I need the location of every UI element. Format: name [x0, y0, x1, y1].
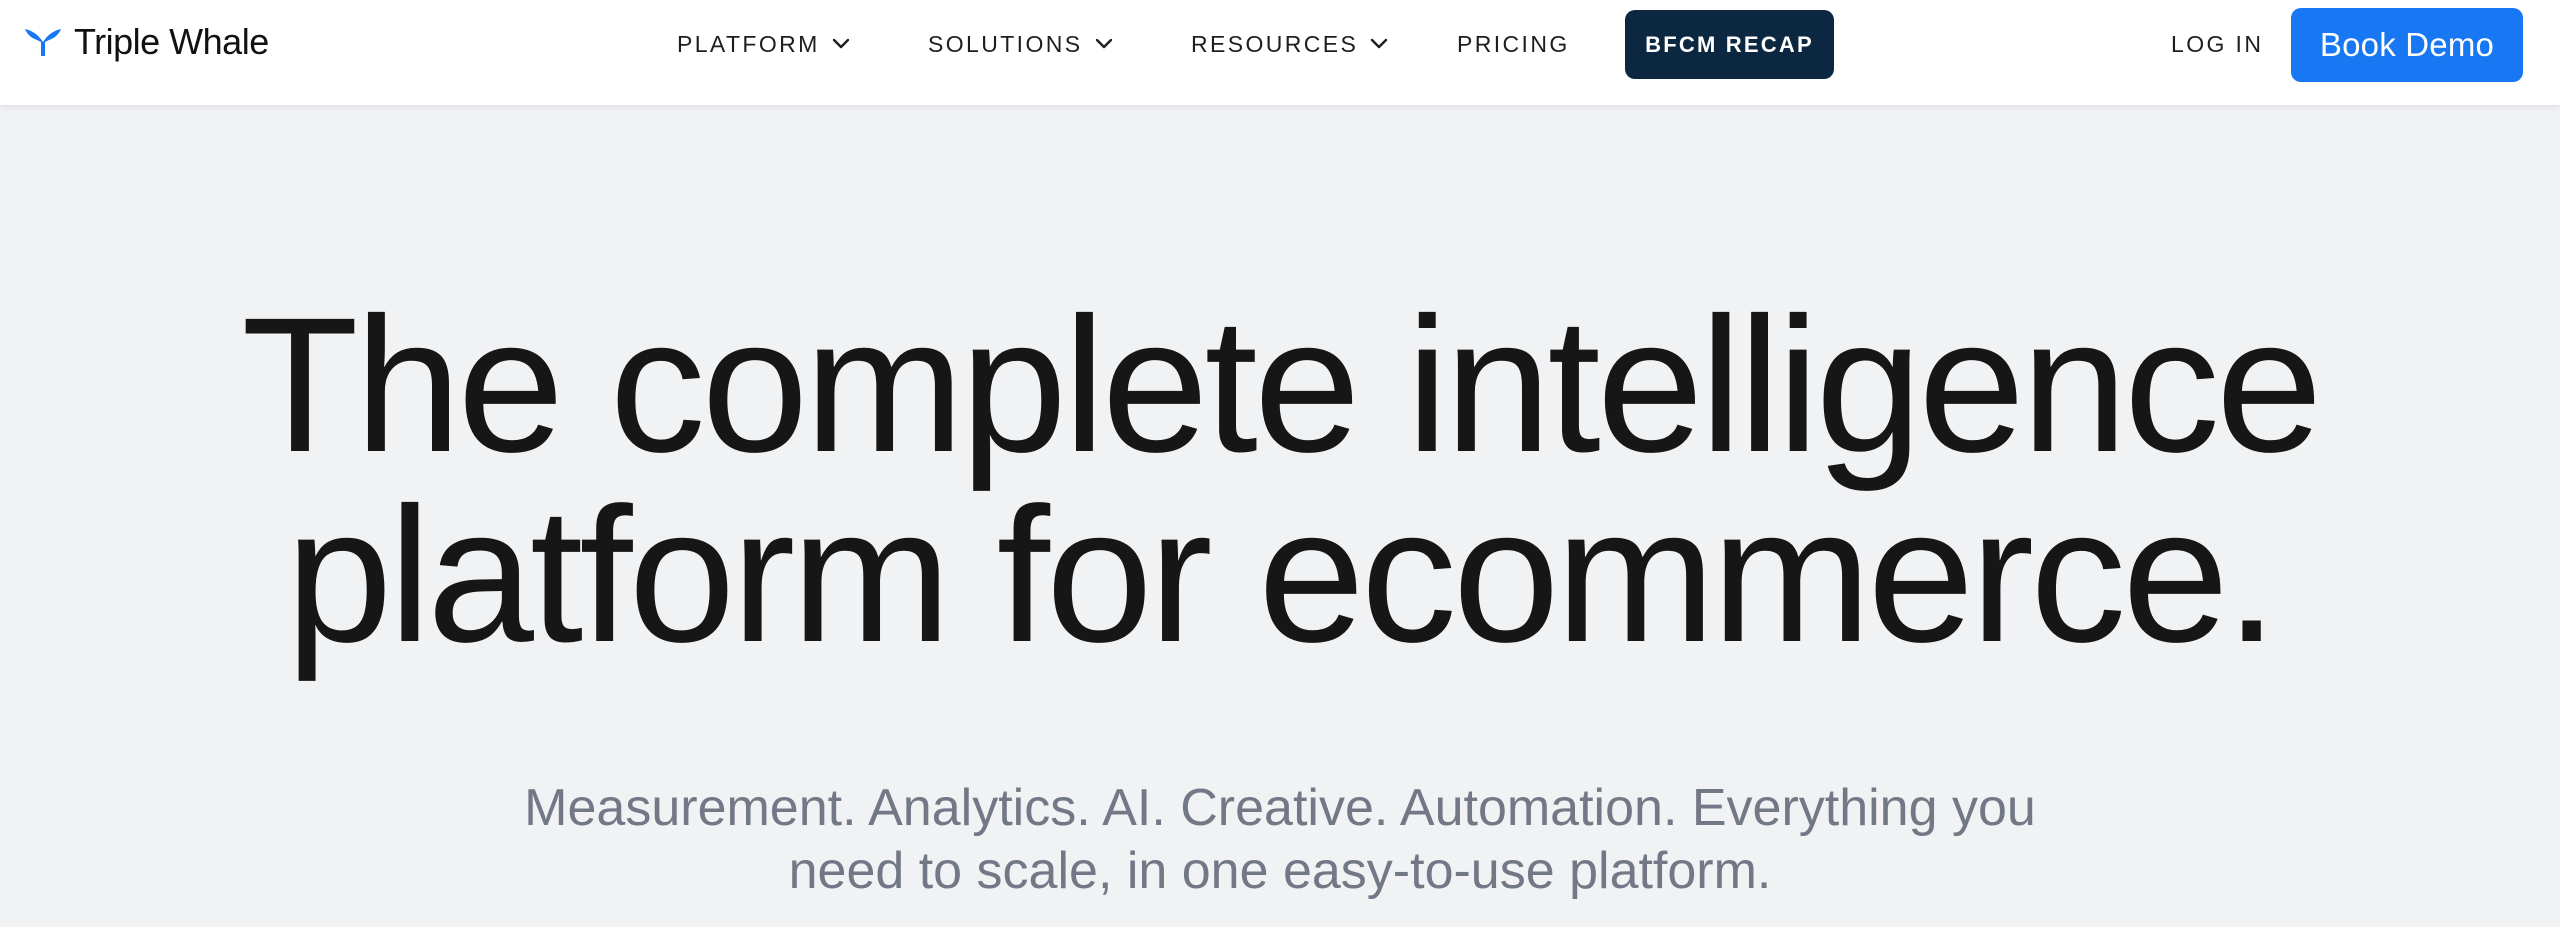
chevron-down-icon [1371, 38, 1388, 49]
nav-item-platform[interactable]: PLATFORM [677, 27, 850, 61]
hero-subtitle-line: Measurement. Analytics. AI. Creative. Au… [524, 779, 2036, 837]
nav-item-solutions[interactable]: SOLUTIONS [928, 27, 1113, 61]
hero-title-line: The complete intelligence [241, 277, 2322, 492]
hero-subtitle: Measurement. Analytics. AI. Creative. Au… [0, 777, 2560, 903]
hero-title: The complete intelligence platform for e… [0, 277, 2560, 682]
bfcm-recap-button[interactable]: BFCM RECAP [1625, 10, 1834, 79]
brand-logo-link[interactable]: Triple Whale [24, 21, 269, 62]
login-link[interactable]: LOG IN [2171, 27, 2263, 61]
whale-tail-logo-icon [25, 29, 61, 56]
nav-item-resources[interactable]: RESOURCES [1191, 27, 1388, 61]
nav-item-label: PRICING [1457, 30, 1570, 57]
top-navbar: Triple Whale PLATFORM SOLUTIONS RESOURCE… [0, 0, 2560, 106]
brand-name: Triple Whale [74, 21, 269, 62]
nav-item-label: PLATFORM [677, 30, 820, 57]
chevron-down-icon [832, 38, 849, 49]
hero-subtitle-line: need to scale, in one easy-to-use platfo… [788, 842, 1772, 900]
chevron-down-icon [1095, 38, 1112, 49]
book-demo-button[interactable]: Book Demo [2291, 8, 2523, 82]
nav-item-label: SOLUTIONS [928, 30, 1083, 57]
nav-item-pricing[interactable]: PRICING [1457, 27, 1570, 61]
hero-title-line: platform for ecommerce. [285, 467, 2279, 682]
nav-item-label: RESOURCES [1191, 30, 1359, 57]
